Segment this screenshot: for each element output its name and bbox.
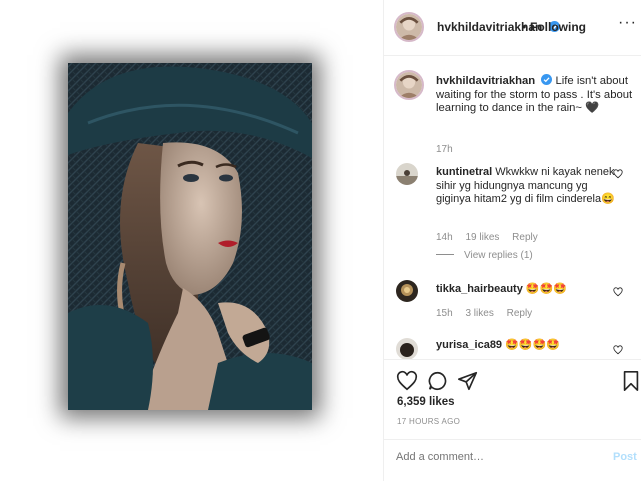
add-comment-input[interactable] — [396, 451, 586, 463]
comment-avatar[interactable] — [396, 163, 418, 185]
post-sidebar: hvkhildavitriakhan • Following ··· hvkhi… — [384, 0, 641, 481]
likes-count[interactable]: 6,359 likes — [397, 396, 455, 408]
post-photo[interactable] — [68, 63, 312, 410]
comment-2: tikka_hairbeauty 🤩🤩🤩 — [436, 283, 616, 297]
comment-like-heart-icon[interactable] — [613, 169, 623, 179]
comment-2-text: 🤩🤩🤩 — [525, 283, 567, 295]
post-timestamp[interactable]: 17 HOURS AGO — [397, 417, 460, 426]
comment-3-text: 🤩🤩🤩🤩 — [505, 339, 560, 351]
comment-2-meta: 15h 3 likes Reply — [436, 308, 542, 319]
share-icon[interactable] — [457, 370, 479, 392]
post-header: hvkhildavitriakhan • Following ··· — [384, 0, 641, 56]
photo-illustration — [68, 63, 312, 410]
comment-1-reply-button[interactable]: Reply — [512, 232, 538, 243]
comment-icon[interactable] — [427, 370, 449, 392]
media-pane — [0, 0, 383, 481]
comment-1-meta: 14h 19 likes Reply — [436, 232, 548, 243]
comment-2-reply-button[interactable]: Reply — [507, 308, 533, 319]
comment-3-username[interactable]: yurisa_ica89 — [436, 339, 502, 351]
caption-avatar[interactable] — [394, 70, 424, 100]
comment-1-age[interactable]: 14h — [436, 232, 453, 243]
heart-icon[interactable] — [396, 370, 418, 392]
author-username-text[interactable]: hvkhildavitriakhan — [437, 20, 542, 34]
comment-2-username[interactable]: tikka_hairbeauty — [436, 283, 523, 295]
comment-1-likes[interactable]: 19 likes — [465, 232, 499, 243]
comment-avatar[interactable] — [396, 338, 418, 359]
comment-like-heart-icon[interactable] — [613, 345, 623, 355]
caption: hvkhildavitriakhan Life isn't about wait… — [436, 74, 636, 116]
post-actions: 6,359 likes 17 HOURS AGO — [384, 359, 641, 440]
bookmark-icon[interactable] — [620, 370, 641, 392]
comments-list: hvkhildavitriakhan Life isn't about wait… — [384, 56, 641, 359]
comment-1-username[interactable]: kuntinetral — [436, 166, 492, 178]
replies-bar — [436, 254, 454, 255]
verified-badge-icon — [541, 74, 553, 85]
comment-3: yurisa_ica89 🤩🤩🤩🤩 — [436, 339, 616, 353]
caption-username[interactable]: hvkhildavitriakhan — [436, 75, 535, 87]
post-comment-button[interactable]: Post — [613, 451, 637, 463]
comment-avatar[interactable] — [396, 280, 418, 302]
header-separator: • — [522, 20, 527, 34]
comment-2-age[interactable]: 15h — [436, 308, 453, 319]
comment-1: kuntinetral Wkwkkw ni kayak nenek sihir … — [436, 166, 616, 207]
comment-composer: Post — [384, 439, 641, 482]
author-avatar[interactable] — [394, 12, 424, 42]
caption-age[interactable]: 17h — [436, 144, 453, 155]
instagram-post-view: hvkhildavitriakhan • Following ··· hvkhi… — [0, 0, 641, 481]
comment-like-heart-icon[interactable] — [613, 287, 623, 297]
more-options-icon[interactable]: ··· — [618, 14, 637, 32]
following-button[interactable]: Following — [530, 20, 586, 34]
comment-2-likes[interactable]: 3 likes — [465, 308, 493, 319]
caption-meta: 17h — [436, 144, 463, 155]
view-replies-button[interactable]: View replies (1) — [436, 250, 533, 261]
view-replies-label[interactable]: View replies (1) — [464, 250, 533, 261]
